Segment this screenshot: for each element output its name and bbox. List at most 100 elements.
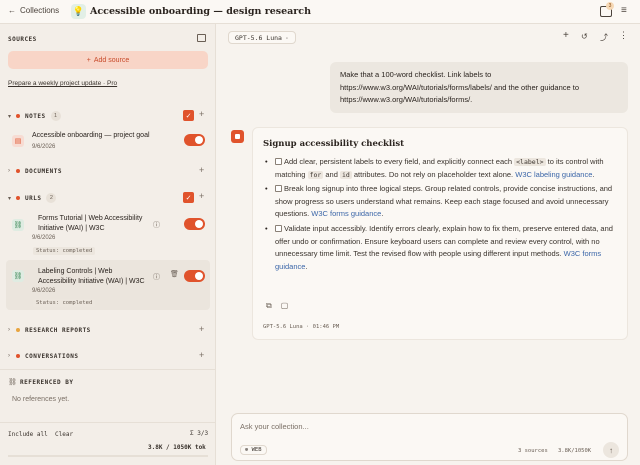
menu-icon[interactable]: ≡ — [621, 5, 627, 16]
chat-input[interactable]: Ask your collection... — [240, 422, 309, 431]
urls-select-all-checkbox[interactable]: ✓ — [183, 192, 194, 203]
conversations-dot — [16, 354, 20, 358]
composer: Ask your collection... ⊕ WEB 3 sources 3… — [231, 413, 628, 461]
referenced-by-label: REFERENCED BY — [20, 379, 74, 386]
info-icon[interactable]: ⓘ — [153, 220, 160, 230]
chevron-right-icon: › — [8, 353, 10, 359]
share-icon[interactable]: ⤴ — [600, 32, 608, 43]
save-note-icon[interactable]: ▢ — [281, 301, 289, 311]
user-message: Make that a 100-word checklist. Link lab… — [330, 62, 628, 113]
more-icon[interactable]: ⋮ — [619, 30, 628, 41]
group-conversations[interactable]: › CONVERSATIONS — [8, 350, 208, 362]
note-icon: ▤ — [12, 135, 24, 147]
add-source-label: Add source — [93, 56, 130, 64]
note-title[interactable]: Accessible onboarding — project goal — [32, 131, 150, 141]
link-icon: ⛓ — [12, 270, 24, 282]
note-toggle[interactable] — [184, 134, 205, 146]
plus-icon: + — [86, 56, 91, 64]
group-research-reports[interactable]: › RESEARCH REPORTS — [8, 324, 208, 336]
add-source-button[interactable]: + Add source — [8, 51, 208, 69]
chevron-right-icon: › — [8, 168, 10, 174]
url-toggle[interactable] — [184, 218, 205, 230]
checkbox[interactable] — [275, 185, 282, 193]
copy-icon[interactable]: ⧉ — [266, 301, 272, 311]
panel-toggle-icon[interactable] — [197, 34, 206, 42]
checkbox[interactable] — [275, 224, 282, 232]
add-conversation-icon[interactable]: + — [199, 350, 204, 360]
group-notes[interactable]: ▾ NOTES 1 — [8, 110, 208, 122]
group-urls[interactable]: ▾ URLS 2 — [8, 192, 208, 204]
group-label: RESEARCH REPORTS — [25, 326, 91, 334]
research-dot — [16, 328, 20, 332]
assistant-avatar — [231, 130, 244, 143]
no-references-text: No references yet. — [12, 396, 70, 403]
link-icon: ⛓ — [12, 219, 24, 231]
group-count: 1 — [50, 111, 61, 121]
sources-label: SOURCES — [8, 36, 37, 43]
urls-dot — [16, 196, 20, 200]
add-note-icon[interactable]: + — [199, 109, 204, 119]
token-usage: 3.8K / 1050K tok — [148, 444, 206, 451]
message-meta: GPT-5.6 Luna · 01:46 PM — [263, 324, 340, 330]
url-title-line2[interactable]: Accessibility Initiative (WAI) | W3C — [38, 277, 145, 287]
url-title-line2[interactable]: Initiative (WAI) | W3C — [38, 224, 105, 234]
add-url-icon[interactable]: + — [199, 191, 204, 201]
token-progress-bar — [8, 455, 208, 457]
composer-token-count: 3.8K/1050K — [558, 448, 592, 454]
message-actions: ⧉ ▢ — [266, 301, 288, 311]
model-label: GPT-5.6 Luna — [235, 33, 282, 42]
notes-select-all-checkbox[interactable]: ✓ — [183, 110, 194, 121]
group-label: URLS — [25, 194, 42, 202]
sidebar: SOURCES + Add source Prepare a weekly pr… — [0, 24, 216, 465]
back-label: Collections — [20, 6, 60, 15]
add-document-icon[interactable]: + — [199, 165, 204, 175]
chevron-down-icon: ▾ — [8, 113, 12, 120]
url-title-line1[interactable]: Labeling Controls | Web — [38, 267, 112, 277]
send-button[interactable]: ↑ — [603, 442, 619, 458]
web-label: WEB — [251, 447, 262, 453]
url-date: 9/6/2026 — [32, 288, 56, 294]
status-badge: Status: completed — [33, 247, 96, 255]
include-all-button[interactable]: Include all — [8, 431, 48, 438]
url-toggle[interactable] — [184, 270, 205, 282]
group-label: CONVERSATIONS — [25, 352, 79, 360]
forms-guidance-link[interactable]: W3C forms guidance — [311, 209, 381, 218]
add-report-icon[interactable]: + — [199, 324, 204, 334]
list-item: Validate input accessibly. Identify erro… — [263, 223, 615, 273]
clear-button[interactable]: Clear — [55, 431, 73, 438]
documents-dot — [16, 169, 20, 173]
chevron-down-icon: · — [284, 33, 289, 42]
url-title-line1[interactable]: Forms Tutorial | Web Accessibility — [38, 214, 142, 224]
labeling-guidance-link[interactable]: W3C labeling guidance — [515, 170, 592, 179]
group-label: DOCUMENTS — [25, 167, 63, 175]
assistant-heading: Signup accessibility checklist — [263, 139, 405, 149]
notes-dot — [16, 114, 20, 118]
group-documents[interactable]: › DOCUMENTS — [8, 165, 208, 177]
chevron-down-icon: ▾ — [8, 195, 12, 202]
arrow-left-icon: ← — [8, 6, 16, 15]
divider — [0, 369, 216, 370]
history-icon[interactable]: ↺ — [581, 32, 588, 41]
list-item: Add clear, persistent labels to every fi… — [263, 156, 615, 181]
trash-icon[interactable]: 🗑 — [170, 270, 179, 278]
checklist: Add clear, persistent labels to every fi… — [263, 156, 615, 275]
sources-count: 3 sources — [518, 448, 548, 454]
model-selector[interactable]: GPT-5.6 Luna · — [228, 31, 296, 44]
note-date: 9/6/2026 — [32, 144, 56, 150]
weekly-update-link[interactable]: Prepare a weekly project update · Pro — [8, 80, 117, 87]
info-icon[interactable]: ⓘ — [153, 272, 160, 282]
back-button[interactable]: ← Collections — [8, 6, 59, 15]
new-chat-icon[interactable]: + — [563, 30, 569, 41]
lightbulb-icon: 💡 — [71, 4, 86, 19]
checkbox[interactable] — [275, 158, 282, 165]
assistant-message: Signup accessibility checklist Add clear… — [252, 127, 628, 340]
url-date: 9/6/2026 — [32, 235, 56, 241]
arrow-up-icon: ↑ — [609, 445, 613, 455]
web-toggle[interactable]: ⊕ WEB — [240, 445, 267, 455]
top-bar: ← Collections 💡 Accessible onboarding — … — [0, 0, 640, 24]
notification-badge: 3 — [606, 2, 614, 10]
divider — [0, 422, 216, 423]
group-count: 2 — [46, 193, 57, 203]
status-badge: Status: completed — [33, 299, 96, 307]
globe-icon: ⊕ — [245, 447, 249, 453]
